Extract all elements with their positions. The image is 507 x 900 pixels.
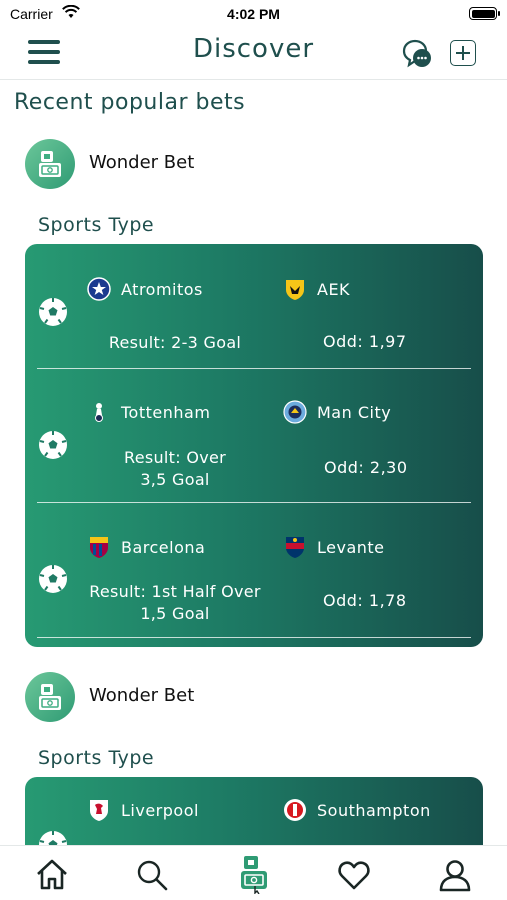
tottenham-crest-icon	[95, 403, 103, 422]
result-line: Result: Over	[124, 448, 226, 467]
home-team-name: Liverpool	[121, 801, 199, 820]
chat-icon[interactable]	[400, 38, 434, 70]
nav-bar: Discover	[0, 28, 507, 80]
bet-odd: Odd: 1,78	[323, 591, 407, 610]
bettor-header[interactable]: Wonder Bet	[25, 672, 485, 724]
status-time: 4:02 PM	[227, 6, 280, 22]
bet-slip-tab-icon[interactable]	[237, 854, 271, 894]
southampton-crest-icon	[284, 799, 306, 821]
home-team: Liverpool	[87, 798, 247, 824]
away-team: Man City	[283, 400, 453, 426]
bet-slip-icon	[39, 684, 61, 710]
home-team: Barcelona	[87, 535, 247, 561]
status-bar: Carrier 4:02 PM	[0, 0, 507, 28]
away-team: AEK	[283, 277, 453, 303]
football-icon	[39, 565, 67, 593]
result-line: 3,5 Goal	[140, 470, 210, 489]
atromitos-crest-icon	[87, 277, 111, 301]
away-team-name: Southampton	[317, 801, 431, 820]
man-city-crest-icon	[283, 400, 307, 424]
away-team: Southampton	[283, 798, 463, 824]
away-team-name: AEK	[317, 280, 351, 299]
avatar	[25, 139, 75, 189]
bet-row[interactable]: Tottenham Man City Result: Over 3,5 Goal…	[25, 369, 483, 503]
away-team-name: Levante	[317, 538, 385, 557]
bet-slip-icon	[39, 151, 61, 177]
liverpool-crest-icon	[90, 800, 108, 821]
tab-bar	[0, 845, 507, 900]
battery-icon	[469, 7, 500, 20]
bet-row[interactable]: Barcelona Levante Result: 1st Half Over …	[25, 503, 483, 638]
bet-card[interactable]: Atromitos AEK Result: 2-3 Goal Odd: 1,97	[25, 244, 483, 647]
bet-odd: Odd: 2,30	[324, 458, 408, 477]
bettor-name: Wonder Bet	[89, 152, 195, 173]
add-button[interactable]	[450, 40, 476, 66]
bet-odd: Odd: 1,97	[323, 332, 407, 351]
home-team-name: Barcelona	[121, 538, 206, 557]
home-team-name: Tottenham	[121, 403, 211, 422]
levante-crest-icon	[286, 537, 304, 558]
row-divider	[37, 636, 471, 638]
home-team: Tottenham	[87, 400, 247, 426]
aek-crest-icon	[286, 280, 304, 300]
home-team-name: Atromitos	[121, 280, 203, 299]
bet-row[interactable]: Atromitos AEK Result: 2-3 Goal Odd: 1,97	[25, 244, 483, 369]
home-icon[interactable]	[35, 858, 69, 892]
away-team: Levante	[283, 535, 453, 561]
result-line: 1,5 Goal	[140, 604, 210, 623]
bet-result: Result: Over 3,5 Goal	[87, 447, 263, 491]
bet-result: Result: 2-3 Goal	[87, 332, 263, 354]
barcelona-crest-icon	[90, 537, 108, 558]
bettor-header[interactable]: Wonder Bet	[25, 139, 485, 191]
heart-icon[interactable]	[337, 858, 371, 892]
sports-type-label: Sports Type	[38, 214, 155, 236]
away-team-name: Man City	[317, 403, 392, 422]
avatar	[25, 672, 75, 722]
result-line: Result: 1st Half Over	[89, 582, 261, 601]
bet-result: Result: 1st Half Over 1,5 Goal	[87, 581, 263, 625]
sports-type-label: Sports Type	[38, 747, 155, 769]
football-icon	[39, 298, 67, 326]
section-heading: Recent popular bets	[14, 90, 246, 115]
football-icon	[39, 431, 67, 459]
result-line: Result: 2-3 Goal	[108, 333, 242, 352]
search-icon[interactable]	[135, 858, 169, 892]
bettor-name: Wonder Bet	[89, 685, 195, 706]
home-team: Atromitos	[87, 277, 247, 303]
profile-icon[interactable]	[438, 858, 472, 892]
